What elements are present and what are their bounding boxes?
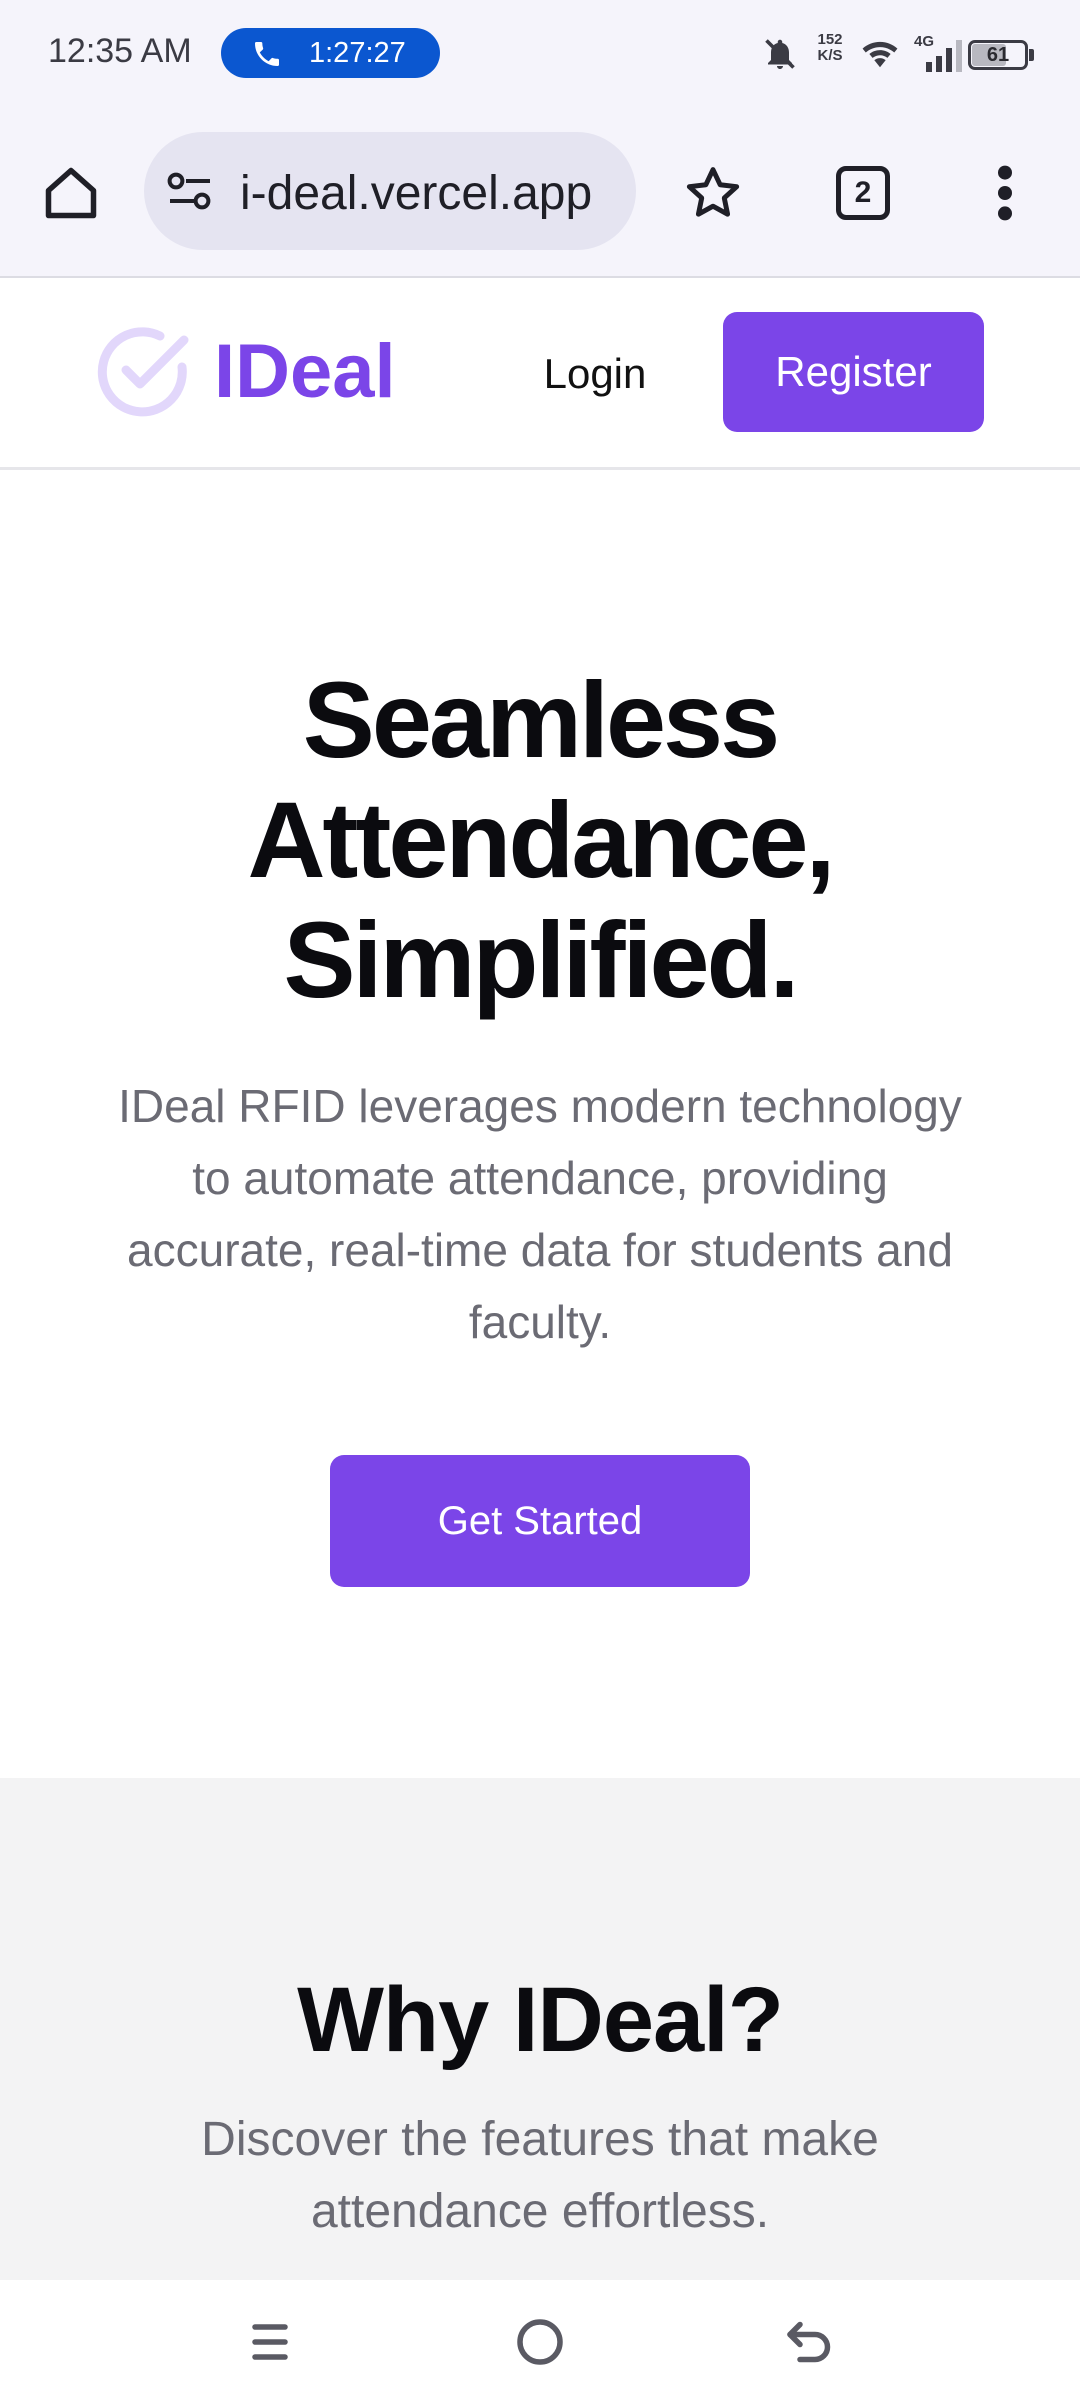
register-button[interactable]: Register bbox=[723, 312, 984, 432]
back-icon bbox=[787, 2321, 831, 2363]
hero-title-line-3: Simplified. bbox=[283, 899, 799, 1020]
url-text: i-deal.vercel.app bbox=[240, 167, 593, 220]
net-speed-unit: K/S bbox=[817, 47, 843, 64]
logo-text[interactable]: IDeal bbox=[214, 324, 396, 420]
battery-icon: 61 bbox=[968, 40, 1034, 70]
nav-home-button[interactable] bbox=[510, 2312, 570, 2372]
login-link[interactable]: Login bbox=[520, 342, 670, 406]
wifi-icon bbox=[862, 41, 898, 68]
hero-title-line-1: Seamless bbox=[302, 659, 780, 780]
system-nav-bar bbox=[0, 2280, 1080, 2400]
site-header: IDeal Login Register bbox=[0, 280, 1080, 470]
battery-level: 61 bbox=[986, 44, 1010, 66]
browser-home-button[interactable] bbox=[36, 158, 106, 228]
phone-icon bbox=[255, 42, 279, 66]
hero-title-line-2: Attendance, bbox=[247, 779, 835, 900]
hero-description: IDeal RFID leverages modern technology t… bbox=[118, 1080, 962, 1348]
why-description: Discover the features that make attendan… bbox=[201, 2113, 879, 2238]
signal-icon bbox=[926, 40, 962, 72]
bookmark-button[interactable] bbox=[680, 160, 746, 226]
recents-button[interactable] bbox=[240, 2312, 300, 2372]
recents-icon bbox=[252, 2324, 288, 2360]
why-section: Why IDeal? Discover the features that ma… bbox=[0, 1778, 1080, 2280]
mute-bell-icon bbox=[765, 39, 795, 69]
tab-switcher-button[interactable]: 2 bbox=[836, 166, 890, 220]
call-duration: 1:27:27 bbox=[309, 37, 406, 69]
more-vert-icon bbox=[998, 165, 1012, 221]
get-started-button[interactable]: Get Started bbox=[330, 1455, 750, 1587]
check-circle-logo-icon bbox=[97, 327, 189, 417]
status-time: 12:35 AM bbox=[48, 32, 192, 70]
net-speed: 152 K/S bbox=[808, 32, 852, 64]
home-circle-icon bbox=[517, 2319, 563, 2365]
address-bar[interactable]: i-deal.vercel.app bbox=[144, 132, 636, 250]
back-button[interactable] bbox=[780, 2312, 840, 2372]
tab-count: 2 bbox=[854, 176, 872, 209]
why-title: Why IDeal? bbox=[297, 1969, 784, 2071]
status-bar: 12:35 AM 1:27:27 152 K/S 4G 61 bbox=[0, 0, 1080, 108]
star-icon bbox=[686, 167, 740, 217]
home-icon bbox=[45, 167, 97, 219]
net-speed-value: 152 bbox=[817, 31, 843, 48]
browser-menu-button[interactable] bbox=[990, 158, 1020, 228]
site-settings-icon bbox=[167, 172, 211, 210]
browser-toolbar: i-deal.vercel.app 2 bbox=[0, 108, 1080, 278]
ongoing-call-pill[interactable]: 1:27:27 bbox=[221, 28, 440, 78]
hero-title: Seamless Attendance, Simplified. bbox=[0, 660, 1080, 1020]
